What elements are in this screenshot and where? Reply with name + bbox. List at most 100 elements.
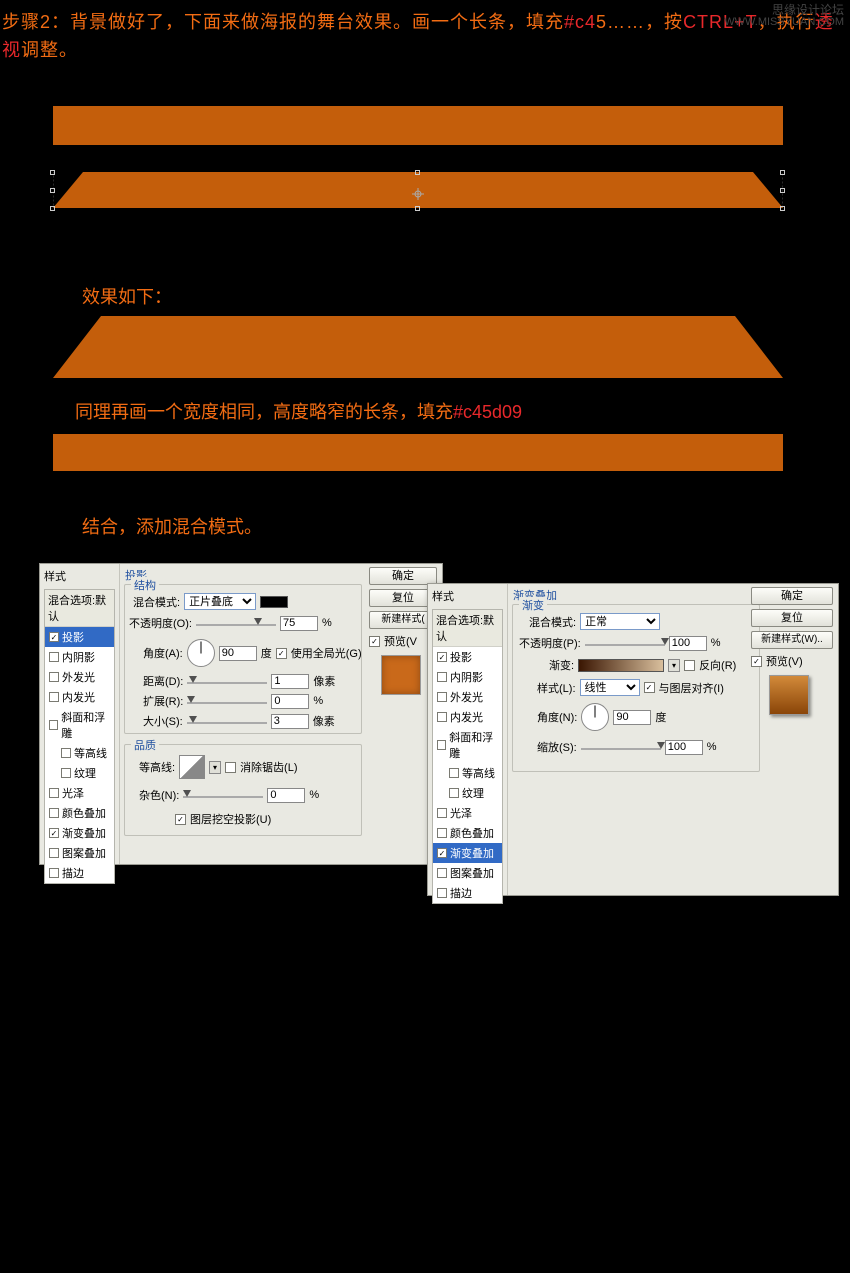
style-item[interactable]: 描边 [433, 883, 502, 903]
handle-bl[interactable] [50, 206, 55, 211]
style-item[interactable]: 内阴影 [433, 667, 502, 687]
style-item[interactable]: 光泽 [433, 803, 502, 823]
checkbox-icon[interactable]: ✓ [49, 828, 59, 838]
handle-br[interactable] [780, 206, 785, 211]
preview-checkbox[interactable]: ✓ [369, 636, 380, 647]
checkbox-icon[interactable] [437, 692, 447, 702]
cancel-button[interactable]: 复位 [751, 609, 833, 627]
handle-tc[interactable] [415, 170, 420, 175]
opacity-slider[interactable] [585, 640, 665, 646]
style-item[interactable]: 斜面和浮雕 [433, 727, 502, 763]
checkbox-icon[interactable]: ✓ [437, 848, 447, 858]
transform-center-icon[interactable] [412, 184, 424, 196]
style-item[interactable]: 纹理 [433, 783, 502, 803]
style-item[interactable]: 图案叠加 [433, 863, 502, 883]
gradient-swatch[interactable] [578, 659, 664, 672]
style-item[interactable]: 颜色叠加 [45, 803, 114, 823]
blend-mode-select[interactable]: 正片叠底 [184, 593, 256, 610]
angle-dial[interactable] [187, 639, 215, 667]
gradient-dropdown[interactable]: ▾ [668, 659, 680, 672]
ok-button[interactable]: 确定 [751, 587, 833, 605]
checkbox-icon[interactable] [49, 720, 58, 730]
style-item[interactable]: ✓渐变叠加 [45, 823, 114, 843]
checkbox-icon[interactable] [449, 768, 459, 778]
blend-options[interactable]: 混合选项:默认 [45, 590, 114, 627]
style-item[interactable]: 内阴影 [45, 647, 114, 667]
style-item[interactable]: 光泽 [45, 783, 114, 803]
spread-input[interactable] [271, 694, 309, 709]
style-item[interactable]: ✓投影 [45, 627, 114, 647]
opacity-slider[interactable] [196, 620, 276, 626]
checkbox-icon[interactable] [61, 748, 71, 758]
handle-tr[interactable] [780, 170, 785, 175]
checkbox-icon[interactable] [437, 712, 447, 722]
styles-header: 样式 [40, 564, 119, 587]
opacity-input[interactable] [669, 636, 707, 651]
checkbox-icon[interactable] [449, 788, 459, 798]
contour-swatch[interactable] [179, 755, 205, 779]
orange-bar-2 [53, 434, 783, 471]
size-input[interactable] [271, 714, 309, 729]
checkbox-icon[interactable]: ✓ [437, 652, 447, 662]
angle-input[interactable] [613, 710, 651, 725]
style-item-label: 纹理 [462, 785, 484, 801]
distance-input[interactable] [271, 674, 309, 689]
opacity-input[interactable] [280, 616, 318, 631]
style-item[interactable]: 等高线 [433, 763, 502, 783]
checkbox-icon[interactable] [49, 848, 59, 858]
style-item[interactable]: 内发光 [433, 707, 502, 727]
style-item[interactable]: 等高线 [45, 743, 114, 763]
style-item[interactable]: 描边 [45, 863, 114, 883]
scale-input[interactable] [665, 740, 703, 755]
checkbox-icon[interactable] [49, 868, 59, 878]
checkbox-icon[interactable] [49, 788, 59, 798]
handle-tl[interactable] [50, 170, 55, 175]
angle-dial[interactable] [581, 703, 609, 731]
checkbox-icon[interactable] [49, 808, 59, 818]
shadow-color-swatch[interactable] [260, 596, 288, 608]
antialias-checkbox[interactable] [225, 762, 236, 773]
handle-bc[interactable] [415, 206, 420, 211]
scale-slider[interactable] [581, 744, 661, 750]
checkbox-icon[interactable]: ✓ [49, 632, 59, 642]
reverse-checkbox[interactable] [684, 660, 695, 671]
grad-style-select[interactable]: 线性 [580, 679, 640, 696]
checkbox-icon[interactable] [437, 740, 446, 750]
style-item[interactable]: 内发光 [45, 687, 114, 707]
preview-checkbox[interactable]: ✓ [751, 656, 762, 667]
blend-options[interactable]: 混合选项:默认 [433, 610, 502, 647]
checkbox-icon[interactable] [49, 652, 59, 662]
handle-mr[interactable] [780, 188, 785, 193]
checkbox-icon[interactable] [49, 672, 59, 682]
contour-dropdown[interactable]: ▾ [209, 761, 221, 774]
spread-slider[interactable] [187, 698, 267, 704]
checkbox-icon[interactable] [49, 692, 59, 702]
checkbox-icon[interactable] [437, 808, 447, 818]
style-item[interactable]: 斜面和浮雕 [45, 707, 114, 743]
style-item[interactable]: 纹理 [45, 763, 114, 783]
size-slider[interactable] [187, 718, 267, 724]
new-style-button[interactable]: 新建样式(W).. [751, 631, 833, 649]
angle-input[interactable] [219, 646, 257, 661]
knockout-checkbox[interactable]: ✓ [175, 814, 186, 825]
checkbox-icon[interactable] [437, 888, 447, 898]
style-item-label: 光泽 [450, 805, 472, 821]
style-item[interactable]: 外发光 [433, 687, 502, 707]
checkbox-icon[interactable] [61, 768, 71, 778]
checkbox-icon[interactable] [437, 672, 447, 682]
checkbox-icon[interactable] [437, 868, 447, 878]
layer-style-dialog-gradient: 样式 混合选项:默认 ✓投影内阴影外发光内发光斜面和浮雕等高线纹理光泽颜色叠加✓… [427, 583, 839, 896]
style-item[interactable]: ✓投影 [433, 647, 502, 667]
style-item[interactable]: 颜色叠加 [433, 823, 502, 843]
style-item[interactable]: 外发光 [45, 667, 114, 687]
noise-input[interactable] [267, 788, 305, 803]
distance-slider[interactable] [187, 678, 267, 684]
noise-slider[interactable] [183, 792, 263, 798]
style-item[interactable]: 图案叠加 [45, 843, 114, 863]
style-item[interactable]: ✓渐变叠加 [433, 843, 502, 863]
checkbox-icon[interactable] [437, 828, 447, 838]
align-checkbox[interactable]: ✓ [644, 682, 655, 693]
handle-ml[interactable] [50, 188, 55, 193]
global-light-checkbox[interactable]: ✓ [276, 648, 287, 659]
blend-mode-select[interactable]: 正常 [580, 613, 660, 630]
